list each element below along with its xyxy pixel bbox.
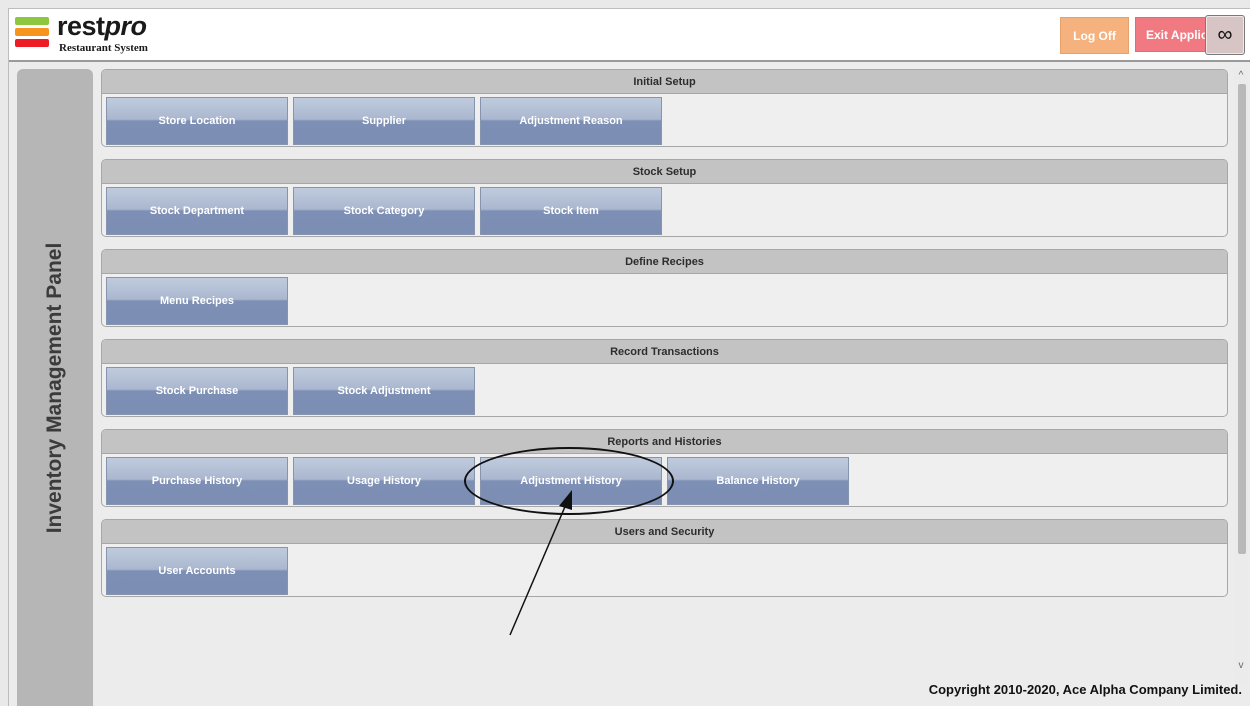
- app-header: restpro Restaurant System Log Off Exit A…: [9, 9, 1250, 60]
- section-header: Users and Security: [102, 520, 1227, 544]
- menu-recipes-button[interactable]: Menu Recipes: [106, 277, 288, 325]
- header-divider: [9, 60, 1250, 62]
- brand-subtitle: Restaurant System: [59, 42, 148, 54]
- stock-adjustment-button[interactable]: Stock Adjustment: [293, 367, 475, 415]
- section-users-and-security: Users and Security User Accounts: [101, 519, 1228, 597]
- section-define-recipes: Define Recipes Menu Recipes: [101, 249, 1228, 327]
- panel-title: Inventory Management Panel: [43, 242, 66, 533]
- log-off-button[interactable]: Log Off: [1060, 17, 1129, 54]
- brand-name: restpro: [57, 11, 147, 41]
- scroll-up-icon[interactable]: ^: [1234, 70, 1248, 81]
- section-header: Define Recipes: [102, 250, 1227, 274]
- adjustment-reason-button[interactable]: Adjustment Reason: [480, 97, 662, 145]
- store-location-button[interactable]: Store Location: [106, 97, 288, 145]
- section-header: Record Transactions: [102, 340, 1227, 364]
- section-header: Reports and Histories: [102, 430, 1227, 454]
- exit-application-button[interactable]: Exit Applica: [1135, 17, 1209, 52]
- section-initial-setup: Initial Setup Store Location Supplier Ad…: [101, 69, 1228, 147]
- section-header: Initial Setup: [102, 70, 1227, 94]
- balance-history-button[interactable]: Balance History: [667, 457, 849, 505]
- supplier-button[interactable]: Supplier: [293, 97, 475, 145]
- annotation-ellipse: [464, 447, 674, 515]
- app-window: restpro Restaurant System Log Off Exit A…: [8, 8, 1250, 706]
- section-header: Stock Setup: [102, 160, 1227, 184]
- user-accounts-button[interactable]: User Accounts: [106, 547, 288, 595]
- stock-department-button[interactable]: Stock Department: [106, 187, 288, 235]
- section-stock-setup: Stock Setup Stock Department Stock Categ…: [101, 159, 1228, 237]
- stock-category-button[interactable]: Stock Category: [293, 187, 475, 235]
- purchase-history-button[interactable]: Purchase History: [106, 457, 288, 505]
- scroll-down-icon[interactable]: v: [1234, 660, 1248, 671]
- stock-purchase-button[interactable]: Stock Purchase: [106, 367, 288, 415]
- restpro-logo-icon: [15, 15, 51, 49]
- scrollbar-thumb[interactable]: [1238, 84, 1246, 554]
- usage-history-button[interactable]: Usage History: [293, 457, 475, 505]
- copyright-text: Copyright 2010-2020, Ace Alpha Company L…: [928, 682, 1242, 697]
- side-panel: Inventory Management Panel: [17, 69, 93, 706]
- stock-item-button[interactable]: Stock Item: [480, 187, 662, 235]
- section-record-transactions: Record Transactions Stock Purchase Stock…: [101, 339, 1228, 417]
- infinity-icon[interactable]: ∞: [1205, 15, 1245, 55]
